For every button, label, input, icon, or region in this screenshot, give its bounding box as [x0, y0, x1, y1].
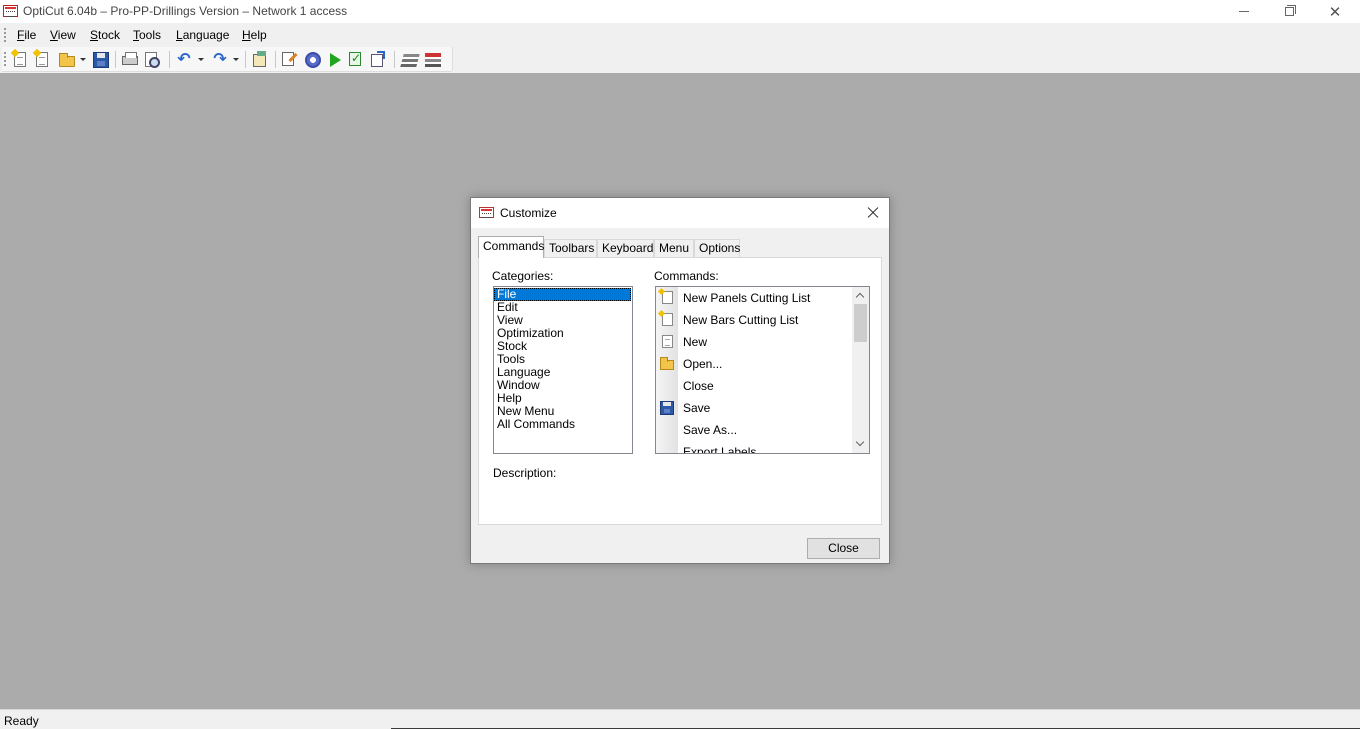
layers-icon[interactable]: [400, 54, 420, 67]
window-title: OptiCut 6.04b – Pro-PP-Drillings Version…: [23, 4, 348, 18]
toolbar-separator: [394, 51, 395, 68]
redo-dropdown-icon[interactable]: [233, 58, 239, 61]
status-text: Ready: [4, 714, 39, 728]
commands-scrollbar[interactable]: [852, 287, 869, 453]
minimize-button[interactable]: [1221, 0, 1267, 23]
dialog-app-icon: [479, 207, 494, 218]
description-label: Description:: [493, 466, 557, 480]
redo-icon[interactable]: ↷: [212, 52, 228, 68]
tab-commands[interactable]: Commands: [478, 236, 544, 258]
categories-listbox[interactable]: File Edit View Optimization Stock Tools …: [493, 286, 633, 454]
tab-menu[interactable]: Menu: [654, 239, 694, 258]
commands-label: Commands:: [654, 269, 719, 283]
status-bar: Ready: [0, 709, 1360, 729]
edit-icon[interactable]: [282, 52, 294, 66]
menu-file[interactable]: File: [17, 28, 36, 42]
tab-toolbars[interactable]: Toolbars: [544, 239, 597, 258]
command-item[interactable]: Open...: [656, 353, 869, 375]
menu-bar: File View Stock Tools Language Help: [0, 23, 1360, 47]
close-button[interactable]: Close: [807, 538, 880, 559]
command-item[interactable]: New: [656, 331, 869, 353]
settings-gear-icon[interactable]: [305, 52, 321, 68]
restore-button[interactable]: [1266, 0, 1312, 23]
command-item[interactable]: Export Labels: [656, 441, 869, 453]
toolbar-separator: [169, 51, 170, 68]
menu-language[interactable]: Language: [176, 28, 229, 42]
menu-view[interactable]: View: [50, 28, 76, 42]
open-dropdown-icon[interactable]: [80, 58, 86, 61]
category-item[interactable]: All Commands: [494, 418, 631, 431]
close-window-button[interactable]: ✕: [1312, 0, 1358, 23]
command-item[interactable]: New Panels Cutting List: [656, 287, 869, 309]
new-document-icon: [662, 335, 673, 348]
undo-dropdown-icon[interactable]: [198, 58, 204, 61]
dialog-title: Customize: [500, 206, 557, 220]
minimize-icon: [1239, 11, 1249, 12]
command-item[interactable]: New Bars Cutting List: [656, 309, 869, 331]
title-bar: OptiCut 6.04b – Pro-PP-Drillings Version…: [0, 0, 1360, 23]
menubar-grip[interactable]: [4, 28, 6, 42]
toolbar-area: ↶ ↷: [0, 47, 1360, 73]
toolbar-separator: [115, 51, 116, 68]
command-item[interactable]: Close: [656, 375, 869, 397]
undo-icon[interactable]: ↶: [176, 52, 192, 68]
close-icon: ✕: [1328, 3, 1342, 21]
commands-listbox[interactable]: New Panels Cutting List New Bars Cutting…: [655, 286, 870, 454]
toolbar-separator: [275, 51, 276, 68]
new-panels-list-icon: [662, 291, 673, 304]
menu-tools[interactable]: Tools: [133, 28, 161, 42]
new-bars-list-icon[interactable]: [36, 52, 48, 67]
print-icon[interactable]: [122, 52, 138, 65]
properties-icon[interactable]: [253, 51, 266, 67]
save-icon[interactable]: [93, 52, 109, 68]
menu-help[interactable]: Help: [242, 28, 267, 42]
open-folder-icon: [660, 357, 674, 370]
tab-keyboard[interactable]: Keyboard: [597, 239, 654, 258]
check-icon[interactable]: [349, 51, 361, 66]
scroll-thumb[interactable]: [854, 304, 867, 342]
toolbar-grip[interactable]: [4, 52, 6, 66]
print-preview-icon[interactable]: [145, 52, 160, 68]
standard-toolbar: ↶ ↷: [2, 47, 453, 72]
scroll-up-arrow-icon[interactable]: [852, 287, 869, 304]
export-icon[interactable]: [371, 51, 385, 67]
scroll-down-arrow-icon[interactable]: [852, 436, 869, 453]
dialog-title-bar[interactable]: Customize: [471, 198, 889, 228]
toolbar-separator: [245, 51, 246, 68]
app-icon[interactable]: [3, 5, 18, 17]
command-item[interactable]: Save: [656, 397, 869, 419]
tab-options[interactable]: Options: [694, 239, 740, 258]
new-panels-list-icon[interactable]: [14, 52, 26, 67]
save-disk-icon: [660, 401, 674, 415]
dialog-close-icon[interactable]: [863, 204, 883, 222]
run-optimization-icon[interactable]: [330, 53, 341, 67]
menu-stock[interactable]: Stock: [90, 28, 120, 42]
command-item[interactable]: Save As...: [656, 419, 869, 441]
open-icon[interactable]: [59, 53, 75, 67]
customize-dialog: Customize Commands Toolbars Keyboard Men…: [470, 197, 890, 564]
restore-icon: [1284, 5, 1296, 16]
stock-icon[interactable]: [425, 53, 441, 67]
new-bars-list-icon: [662, 313, 673, 326]
categories-label: Categories:: [492, 269, 554, 283]
commands-tab-panel: Categories: File Edit View Optimization …: [478, 257, 882, 525]
